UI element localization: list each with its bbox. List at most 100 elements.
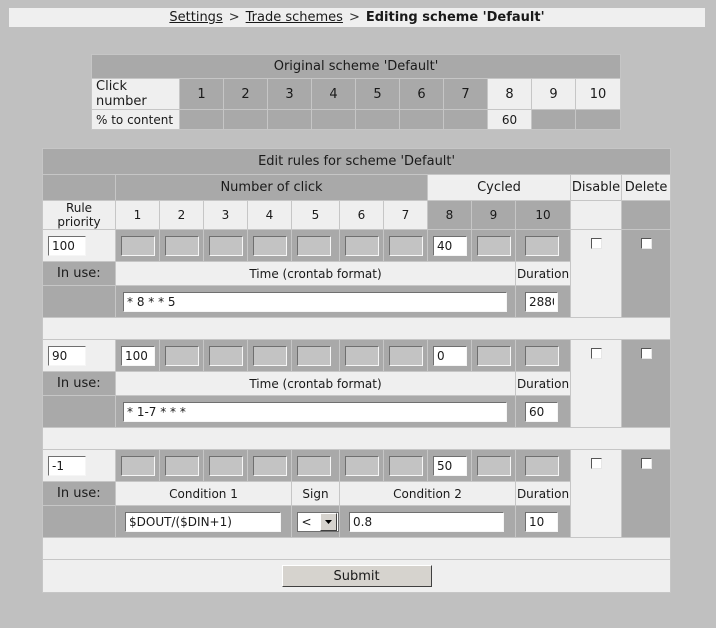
rule-priority-input[interactable] <box>48 455 86 476</box>
click-percent-input[interactable] <box>345 235 379 256</box>
original-percent-value <box>574 109 622 130</box>
disable-checkbox[interactable] <box>590 347 602 359</box>
click-percent-input[interactable] <box>345 455 379 476</box>
in-use-label: In use: <box>42 481 116 506</box>
rule-priority-input[interactable] <box>48 235 86 256</box>
original-percent-value <box>443 109 488 130</box>
breadcrumb-current: Editing scheme 'Default' <box>365 10 545 25</box>
click-percent-input[interactable] <box>433 345 467 366</box>
click-percent-input[interactable] <box>345 345 379 366</box>
click-percent-input[interactable] <box>165 235 199 256</box>
original-click-number: 9 <box>531 78 576 110</box>
click-percent-input[interactable] <box>209 235 243 256</box>
rule-row <box>42 449 672 538</box>
click-column-header: 1 <box>115 200 160 230</box>
breadcrumb-separator: > <box>348 10 360 25</box>
click-percent-input[interactable] <box>209 345 243 366</box>
click-percent-input[interactable] <box>297 345 331 366</box>
click-percent-input[interactable] <box>389 345 423 366</box>
rule-priority-header: Rule priority <box>42 200 116 230</box>
delete-spacer <box>620 200 672 230</box>
number-of-click-header: Number of click <box>115 174 428 201</box>
breadcrumb-separator: > <box>228 10 240 25</box>
original-click-number: 1 <box>179 78 224 110</box>
click-percent-input[interactable] <box>433 455 467 476</box>
duration-input[interactable] <box>525 291 558 312</box>
click-column-header: 5 <box>291 200 340 230</box>
click-percent-input[interactable] <box>389 235 423 256</box>
original-click-number: 8 <box>487 78 532 110</box>
click-percent-input[interactable] <box>209 455 243 476</box>
click-percent-input[interactable] <box>297 455 331 476</box>
click-percent-input[interactable] <box>525 235 559 256</box>
breadcrumb-settings-link[interactable]: Settings <box>169 10 222 25</box>
delete-checkbox[interactable] <box>640 457 652 469</box>
breadcrumb-trade-schemes-link[interactable]: Trade schemes <box>246 10 343 25</box>
click-percent-input[interactable] <box>253 455 287 476</box>
sign-label: Sign <box>291 481 340 506</box>
duration-input[interactable] <box>525 511 558 532</box>
edit-rules-table: Edit rules for scheme 'Default' Number o… <box>41 148 672 593</box>
disable-checkbox[interactable] <box>590 237 602 249</box>
original-percent-value: 60 <box>487 109 532 130</box>
delete-checkbox[interactable] <box>640 237 652 249</box>
click-percent-input[interactable] <box>477 345 511 366</box>
edit-rules-title: Edit rules for scheme 'Default' <box>41 148 672 175</box>
original-scheme-table: Original scheme 'Default' Click number 1… <box>90 54 622 130</box>
disable-checkbox[interactable] <box>590 457 602 469</box>
click-column-header: 4 <box>247 200 292 230</box>
cycled-header: Cycled <box>427 174 571 201</box>
duration-label: Duration <box>515 481 571 506</box>
click-percent-input[interactable] <box>253 345 287 366</box>
original-click-number: 2 <box>223 78 268 110</box>
condition1-label: Condition 1 <box>115 481 292 506</box>
rule-priority-input[interactable] <box>48 345 86 366</box>
disable-header: Disable <box>570 174 622 201</box>
condition1-input[interactable] <box>125 511 281 532</box>
rule-separator <box>41 537 672 560</box>
condition2-label: Condition 2 <box>339 481 516 506</box>
original-percent-value <box>531 109 576 130</box>
delete-checkbox[interactable] <box>640 347 652 359</box>
click-percent-input[interactable] <box>121 455 155 476</box>
click-percent-input[interactable] <box>165 455 199 476</box>
original-percent-value <box>267 109 312 130</box>
click-percent-input[interactable] <box>297 235 331 256</box>
in-use-label: In use: <box>42 261 116 286</box>
original-click-number: 7 <box>443 78 488 110</box>
click-column-header: 7 <box>383 200 428 230</box>
click-percent-input[interactable] <box>525 345 559 366</box>
click-column-header: 2 <box>159 200 204 230</box>
rule-row <box>42 339 672 428</box>
click-number-label: Click number <box>91 78 180 110</box>
click-percent-input[interactable] <box>433 235 467 256</box>
delete-header: Delete <box>620 174 672 201</box>
rule-row <box>42 229 672 318</box>
click-column-header: 10 <box>515 200 571 230</box>
time-label: Time (crontab format) <box>115 261 516 286</box>
click-percent-input[interactable] <box>253 235 287 256</box>
condition2-input[interactable] <box>349 511 504 532</box>
crontab-time-input[interactable] <box>123 401 507 422</box>
crontab-time-input[interactable] <box>123 291 507 312</box>
click-percent-input[interactable] <box>477 455 511 476</box>
click-percent-input[interactable] <box>121 345 155 366</box>
original-percent-value <box>223 109 268 130</box>
click-percent-input[interactable] <box>121 235 155 256</box>
submit-button[interactable]: Submit <box>281 565 432 587</box>
original-percent-value <box>311 109 356 130</box>
sign-select[interactable]: < <box>296 511 339 532</box>
sign-select-value: < <box>301 514 312 529</box>
click-percent-input[interactable] <box>525 455 559 476</box>
original-click-number: 4 <box>311 78 356 110</box>
original-percent-value <box>179 109 224 130</box>
click-percent-input[interactable] <box>477 235 511 256</box>
click-percent-input[interactable] <box>165 345 199 366</box>
header-spacer <box>42 174 116 201</box>
chevron-down-icon[interactable] <box>319 512 337 531</box>
click-column-header: 8 <box>427 200 472 230</box>
duration-input[interactable] <box>525 401 558 422</box>
rule-separator <box>41 317 672 340</box>
original-percent-value <box>355 109 400 130</box>
click-percent-input[interactable] <box>389 455 423 476</box>
